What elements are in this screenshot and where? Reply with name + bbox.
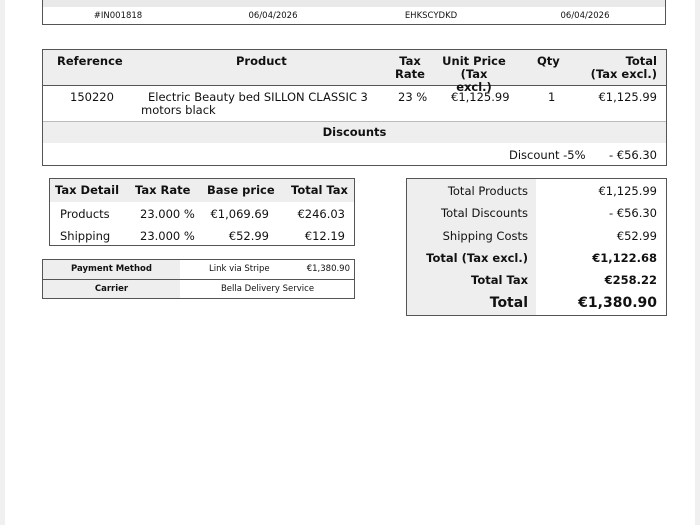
order-date: 06/04/2026 [560,11,610,21]
tax-row-base: €52.99 [228,229,269,243]
products-table-header [43,50,666,86]
row-product: Electric Beauty bed SILLON CLASSIC 3 mot… [141,91,368,117]
totals-table: Total Products €1,125.99 Total Discounts… [406,178,667,316]
header-qty: Qty [537,54,560,68]
invoice-summary-strip: #IN001818 06/04/2026 EHKSCYDKD 06/04/202… [42,0,666,25]
header-total-line2: (Tax excl.) [590,67,657,81]
tax-header-base: Base price [207,183,275,197]
order-reference: EHKSCYDKD [404,11,458,21]
row-qty: 1 [548,90,556,104]
discount-label: Discount -5% [509,148,586,162]
shipping-costs-label: Shipping Costs [442,229,528,243]
products-table: Reference Product Tax Rate Unit Price (T… [42,49,667,166]
total-products-label: Total Products [447,184,528,198]
header-unit-price: Unit Price (Tax excl.) [441,55,507,94]
total-tax-value: €258.22 [604,273,657,287]
grand-total-label: Total [489,295,528,311]
payment-method-amount: €1,380.90 [306,264,350,274]
row-tax-rate: 23 % [398,90,428,104]
tax-header-detail: Tax Detail [55,183,120,197]
total-products-value: €1,125.99 [598,184,657,198]
invoice-page: #IN001818 06/04/2026 EHKSCYDKD 06/04/202… [5,0,695,525]
tax-row-base: €1,069.69 [210,207,269,221]
tax-row-label: Shipping [60,229,111,243]
carrier-label: Carrier [43,280,180,298]
tax-header-rate: Tax Rate [135,183,191,197]
discounts-title: Discounts [322,125,387,139]
grand-total-value: €1,380.90 [578,295,657,311]
tax-header-total: Total Tax [291,183,348,197]
header-tax-rate-line2: Rate [395,67,425,81]
tax-row-total: €12.19 [304,229,345,243]
total-tax-excl-value: €1,122.68 [592,251,657,265]
payment-method-value: Link via Stripe [209,264,270,274]
row-total: €1,125.99 [598,90,657,104]
header-tax-rate: Tax Rate [395,55,425,81]
row-reference: 150220 [70,90,114,104]
total-tax-label: Total Tax [471,273,528,287]
row-product-line2: motors black [141,103,216,117]
carrier-value: Bella Delivery Service [220,284,315,294]
tax-row-rate: 23.000 % [140,229,195,243]
payment-carrier-table: Payment Method Link via Stripe €1,380.90… [42,259,355,299]
header-reference: Reference [57,54,123,68]
tax-detail-table: Tax Detail Tax Rate Base price Total Tax… [49,178,355,246]
total-discounts-label: Total Discounts [441,206,528,220]
discount-amount: - €56.30 [608,148,657,162]
invoice-date: 06/04/2026 [248,11,298,21]
header-product: Product [236,54,287,68]
shipping-costs-value: €52.99 [616,229,657,243]
row-unit-price: €1,125.99 [451,90,510,104]
header-total: Total (Tax excl.) [591,55,657,81]
total-tax-excl-label: Total (Tax excl.) [426,251,528,265]
total-discounts-value: - €56.30 [608,206,657,220]
payment-method-label: Payment Method [43,260,180,279]
tax-row-label: Products [60,207,110,221]
invoice-number: #IN001818 [93,11,143,21]
tax-row-total: €246.03 [297,207,345,221]
tax-row-rate: 23.000 % [140,207,195,221]
summary-header-band [43,0,665,7]
